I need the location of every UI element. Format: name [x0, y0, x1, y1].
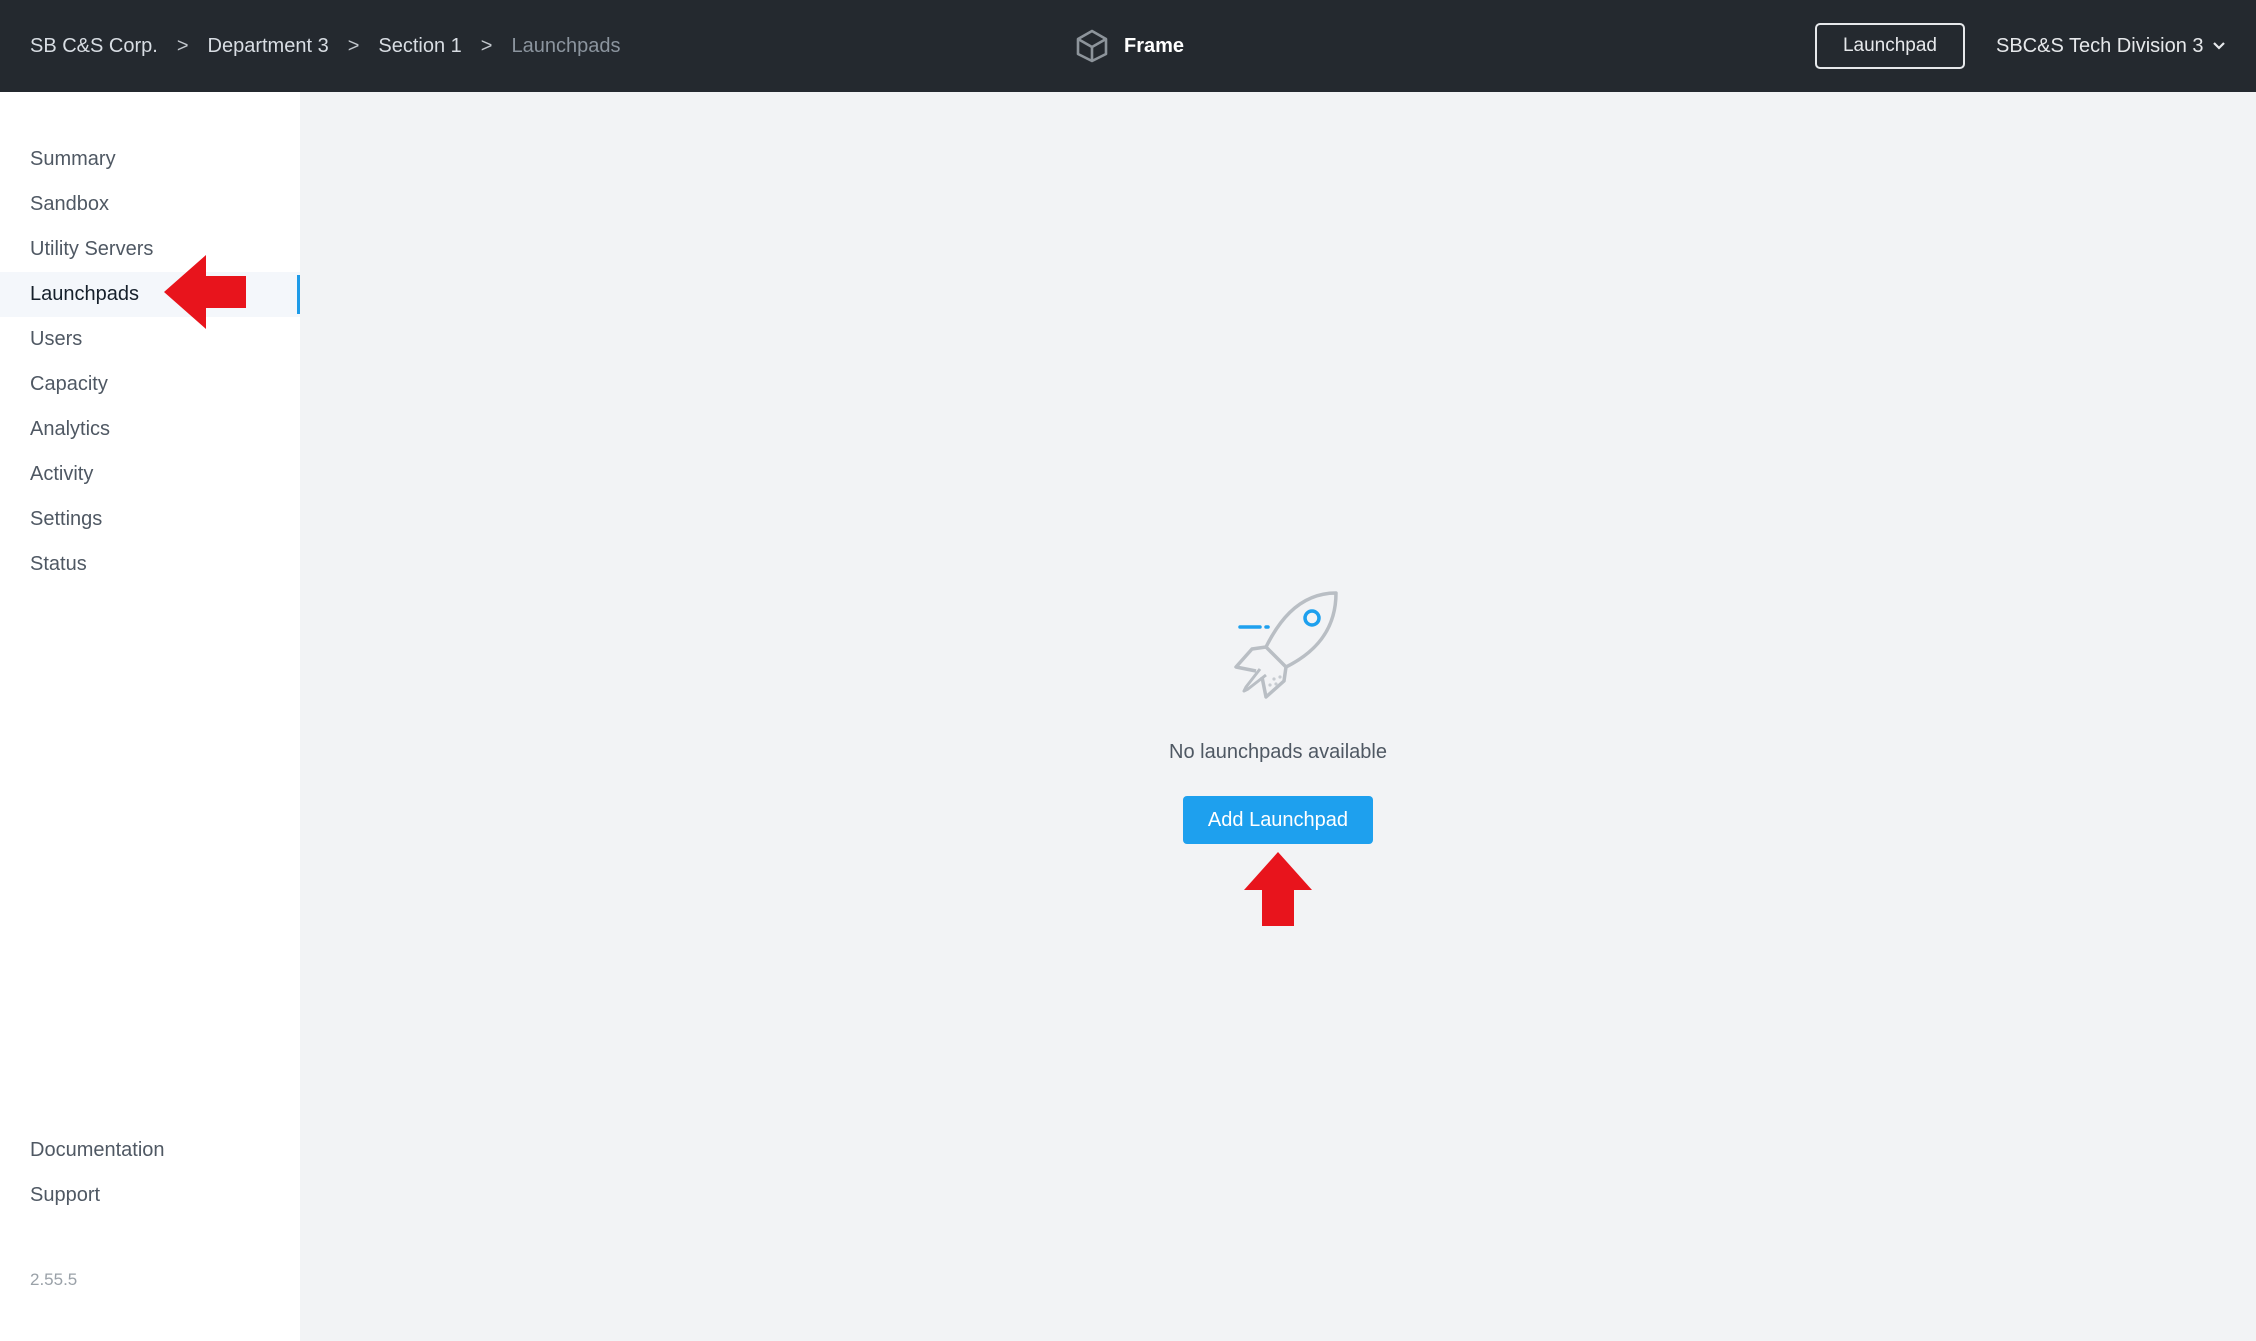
breadcrumb-item-section[interactable]: Section 1 [378, 35, 461, 58]
breadcrumb-item-department[interactable]: Department 3 [208, 35, 329, 58]
breadcrumb: SB C&S Corp. > Department 3 > Section 1 … [30, 0, 620, 92]
account-name: SBC&S Tech Division 3 [1996, 34, 2204, 57]
brand[interactable]: Frame [1074, 0, 1184, 92]
sidebar-item-analytics[interactable]: Analytics [0, 407, 300, 452]
breadcrumb-separator: > [347, 34, 360, 57]
sidebar: Summary Sandbox Utility Servers Launchpa… [0, 92, 300, 1341]
add-launchpad-button[interactable]: Add Launchpad [1183, 796, 1373, 844]
sidebar-item-users[interactable]: Users [0, 317, 300, 362]
sidebar-item-launchpads[interactable]: Launchpads [0, 272, 300, 317]
breadcrumb-separator: > [176, 34, 189, 57]
sidebar-item-status[interactable]: Status [0, 542, 300, 587]
sidebar-item-settings[interactable]: Settings [0, 497, 300, 542]
empty-state: No launchpads available Add Launchpad [300, 92, 2256, 1341]
breadcrumb-separator: > [480, 34, 493, 57]
chevron-down-icon [2212, 42, 2225, 50]
brand-name: Frame [1124, 34, 1185, 57]
empty-state-message: No launchpads available [1169, 741, 1387, 763]
sidebar-item-summary[interactable]: Summary [0, 137, 300, 182]
sidebar-item-documentation[interactable]: Documentation [0, 1128, 300, 1173]
annotation-arrow-up-icon [1244, 852, 1312, 926]
cube-icon [1076, 29, 1108, 63]
version-label: 2.55.5 [30, 1270, 78, 1289]
sidebar-item-activity[interactable]: Activity [0, 452, 300, 497]
rocket-icon [1234, 591, 1338, 699]
annotation-arrow-left-icon [164, 255, 246, 329]
breadcrumb-current: Launchpads [511, 34, 621, 57]
sidebar-nav: Summary Sandbox Utility Servers Launchpa… [0, 137, 300, 587]
sidebar-bottom-nav: Documentation Support [0, 1128, 300, 1218]
breadcrumb-item-corp[interactable]: SB C&S Corp. [30, 35, 158, 58]
top-bar: SB C&S Corp. > Department 3 > Section 1 … [0, 0, 2256, 92]
account-menu[interactable]: SBC&S Tech Division 3 [1996, 0, 2226, 92]
sidebar-item-capacity[interactable]: Capacity [0, 362, 300, 407]
sidebar-item-support[interactable]: Support [0, 1173, 300, 1218]
sidebar-item-sandbox[interactable]: Sandbox [0, 182, 300, 227]
launchpad-button[interactable]: Launchpad [1815, 23, 1965, 69]
sidebar-item-utility-servers[interactable]: Utility Servers [0, 227, 300, 272]
